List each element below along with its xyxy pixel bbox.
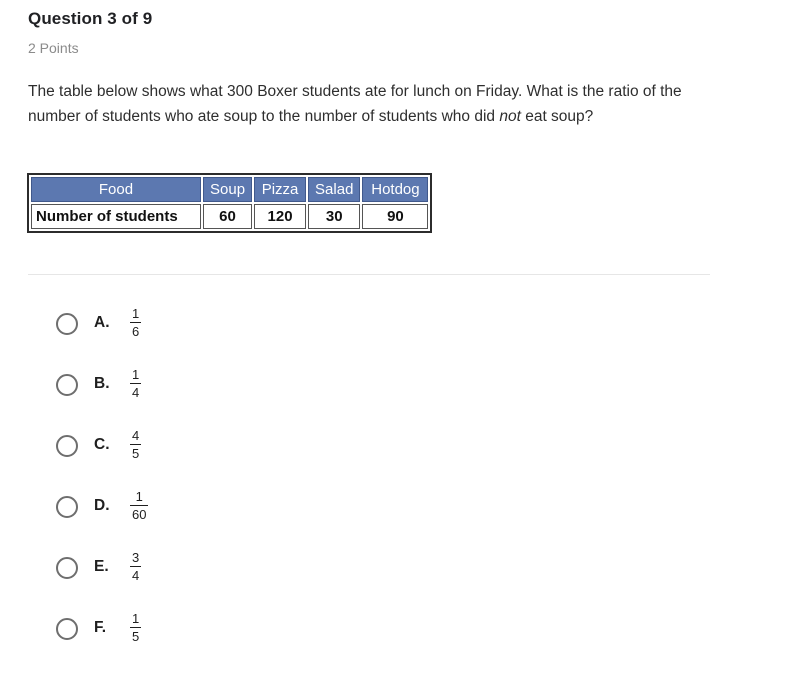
fraction-denominator: 5 xyxy=(130,627,142,644)
option-letter-e: E. xyxy=(94,558,109,575)
option-letter-f: F. xyxy=(94,619,107,636)
answer-option-a[interactable]: A. 1 6 xyxy=(56,306,656,369)
table-cell-pizza: 120 xyxy=(254,204,307,229)
table-row-label: Number of students xyxy=(31,204,201,229)
option-letter-a: A. xyxy=(94,314,110,331)
question-prompt: The table below shows what 300 Boxer stu… xyxy=(28,80,708,129)
fraction-denominator: 4 xyxy=(130,566,142,583)
page-title: Question 3 of 9 xyxy=(28,9,153,28)
answer-option-d[interactable]: D. 1 60 xyxy=(56,489,656,552)
answer-option-b[interactable]: B. 1 4 xyxy=(56,367,656,430)
question-header: Question 3 of 9 2 Points xyxy=(28,8,728,58)
radio-button-d[interactable] xyxy=(56,496,78,518)
fraction-numerator: 1 xyxy=(132,367,140,382)
question-page: Question 3 of 9 2 Points The table below… xyxy=(0,0,800,694)
option-fraction-a: 1 6 xyxy=(130,306,142,339)
radio-button-e[interactable] xyxy=(56,557,78,579)
fraction-numerator: 1 xyxy=(132,611,140,626)
fraction-numerator: 4 xyxy=(132,428,140,443)
option-fraction-d: 1 60 xyxy=(130,489,149,522)
table-cell-salad: 30 xyxy=(308,204,361,229)
prompt-emphasis-not: not xyxy=(499,107,521,125)
option-letter-d: D. xyxy=(94,497,110,514)
table-header-salad: Salad xyxy=(308,177,361,202)
answer-option-c[interactable]: C. 4 5 xyxy=(56,428,656,491)
table-header-soup: Soup xyxy=(203,177,253,202)
answer-option-e[interactable]: E. 3 4 xyxy=(56,550,656,613)
answer-option-f[interactable]: F. 1 5 xyxy=(56,611,656,674)
option-letter-c: C. xyxy=(94,436,110,453)
table-header-hotdog: Hotdog xyxy=(362,177,429,202)
table-row: Number of students 60 120 30 90 xyxy=(31,204,429,229)
fraction-denominator: 60 xyxy=(130,505,149,522)
fraction-numerator: 3 xyxy=(132,550,140,565)
radio-button-c[interactable] xyxy=(56,435,78,457)
option-fraction-b: 1 4 xyxy=(130,367,142,400)
radio-button-b[interactable] xyxy=(56,374,78,396)
prompt-text-part2: eat soup? xyxy=(520,107,594,125)
option-fraction-f: 1 5 xyxy=(130,611,142,644)
section-divider xyxy=(28,274,710,275)
answer-options-list: A. 1 6 B. 1 4 C. 4 5 D. 1 60 E. 3 4 F. 1… xyxy=(56,306,656,674)
table-header-row: Food Soup Pizza Salad Hotdog xyxy=(31,177,429,202)
table-header-pizza: Pizza xyxy=(254,177,307,202)
radio-button-f[interactable] xyxy=(56,618,78,640)
option-fraction-c: 4 5 xyxy=(130,428,142,461)
table-header-food: Food xyxy=(31,177,201,202)
radio-button-a[interactable] xyxy=(56,313,78,335)
fraction-denominator: 5 xyxy=(130,444,142,461)
fraction-denominator: 4 xyxy=(130,383,142,400)
option-fraction-e: 3 4 xyxy=(130,550,142,583)
fraction-numerator: 1 xyxy=(135,489,143,504)
fraction-numerator: 1 xyxy=(132,306,140,321)
table-cell-soup: 60 xyxy=(203,204,253,229)
data-table-wrapper: Food Soup Pizza Salad Hotdog Number of s… xyxy=(27,173,433,233)
table-cell-hotdog: 90 xyxy=(362,204,429,229)
fraction-denominator: 6 xyxy=(130,322,142,339)
points-label: 2 Points xyxy=(28,40,79,56)
lunch-data-table: Food Soup Pizza Salad Hotdog Number of s… xyxy=(27,173,433,233)
option-letter-b: B. xyxy=(94,375,110,392)
